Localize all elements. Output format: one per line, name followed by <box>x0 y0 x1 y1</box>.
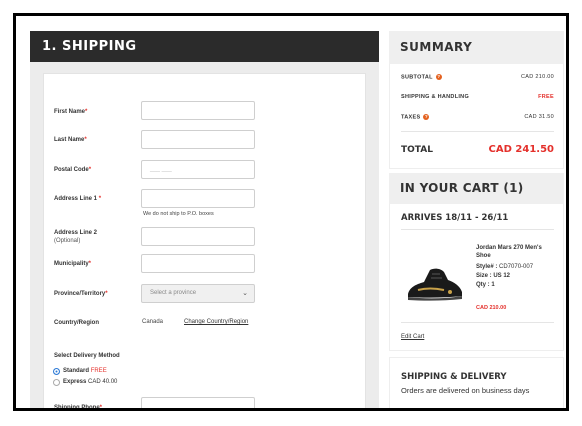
product-style: Style# : CD7070-007 <box>476 264 534 270</box>
municipality-input[interactable] <box>141 254 255 273</box>
standard-label: Standard FREE <box>63 368 107 374</box>
edit-cart-link[interactable]: Edit Cart <box>401 334 424 340</box>
change-country-link[interactable]: Change Country/Region <box>184 319 248 325</box>
cart-divider <box>401 322 554 323</box>
subtotal-value: CAD 210.00 <box>521 74 554 80</box>
taxes-value: CAD 31.50 <box>524 114 554 120</box>
address1-label: Address Line 1 * <box>54 196 102 202</box>
postal-code-input[interactable]: ___ ___ <box>141 160 255 179</box>
taxes-row: TAXES? CAD 31.50 <box>401 114 554 121</box>
subtotal-row: SUBTOTAL? CAD 210.00 <box>401 74 554 81</box>
country-value: Canada <box>142 319 164 325</box>
province-placeholder: Select a province <box>150 290 197 296</box>
express-label: Express CAD 40.00 <box>63 379 118 385</box>
first-name-label: First Name* <box>54 109 88 115</box>
country-label: Country/Region <box>54 320 99 326</box>
shipping-delivery-title: SHIPPING & DELIVERY <box>401 372 507 382</box>
info-icon[interactable]: ? <box>423 114 430 120</box>
shipping-form: First Name* Last Name* Postal Code* ___ … <box>43 73 366 411</box>
summary-panel: SUBTOTAL? CAD 210.00 SHIPPING & HANDLING… <box>389 64 564 169</box>
province-select[interactable]: Select a province ⌄ <box>141 284 255 303</box>
last-name-label: Last Name* <box>54 137 87 143</box>
cart-panel: ARRIVES 18/11 - 26/11 Jordan Mars 270 Me… <box>389 204 564 351</box>
phone-label: Shipping Phone* <box>54 405 103 411</box>
address2-input[interactable] <box>141 227 255 246</box>
product-name[interactable]: Jordan Mars 270 Men's Shoe <box>476 244 558 260</box>
chevron-down-icon: ⌄ <box>242 290 248 297</box>
shipping-panel: First Name* Last Name* Postal Code* ___ … <box>30 62 379 411</box>
postal-code-label: Postal Code* <box>54 167 92 173</box>
municipality-label: Municipality* <box>54 261 92 267</box>
standard-radio[interactable] <box>53 368 60 375</box>
shipping-value: FREE <box>538 94 554 100</box>
first-name-input[interactable] <box>141 101 255 120</box>
address2-label: Address Line 2 (Optional) <box>54 230 98 244</box>
screenshot-frame: 1. SHIPPING First Name* Last Name* Posta… <box>13 13 569 411</box>
shipping-delivery-panel: SHIPPING & DELIVERY Orders are delivered… <box>389 357 564 408</box>
province-label: Province/Territory* <box>54 291 108 297</box>
address1-input[interactable] <box>141 189 255 208</box>
total-value: CAD 241.50 <box>488 144 554 155</box>
express-radio[interactable] <box>53 379 60 386</box>
address1-hint: We do not ship to P.O. boxes <box>143 211 214 217</box>
cart-divider <box>401 229 554 230</box>
summary-divider <box>401 131 554 132</box>
shipping-row: SHIPPING & HANDLING FREE <box>401 94 554 100</box>
phone-input[interactable] <box>141 397 255 408</box>
product-price: CAD 210.00 <box>476 305 507 311</box>
shipping-delivery-text: Orders are delivered on business days <box>401 386 530 395</box>
product-size: Size : US 12 <box>476 273 511 279</box>
total-row: TOTAL CAD 241.50 <box>401 144 554 155</box>
shoe-image[interactable] <box>404 264 466 304</box>
product-qty: Qty : 1 <box>476 282 495 288</box>
last-name-input[interactable] <box>141 130 255 149</box>
arrival-dates: ARRIVES 18/11 - 26/11 <box>401 213 509 223</box>
shipping-header: 1. SHIPPING <box>30 31 379 62</box>
cart-header: IN YOUR CART (1) <box>389 173 564 204</box>
summary-header: SUMMARY <box>389 31 564 64</box>
info-icon[interactable]: ? <box>435 74 442 80</box>
delivery-method-label: Select Delivery Method <box>54 353 120 359</box>
